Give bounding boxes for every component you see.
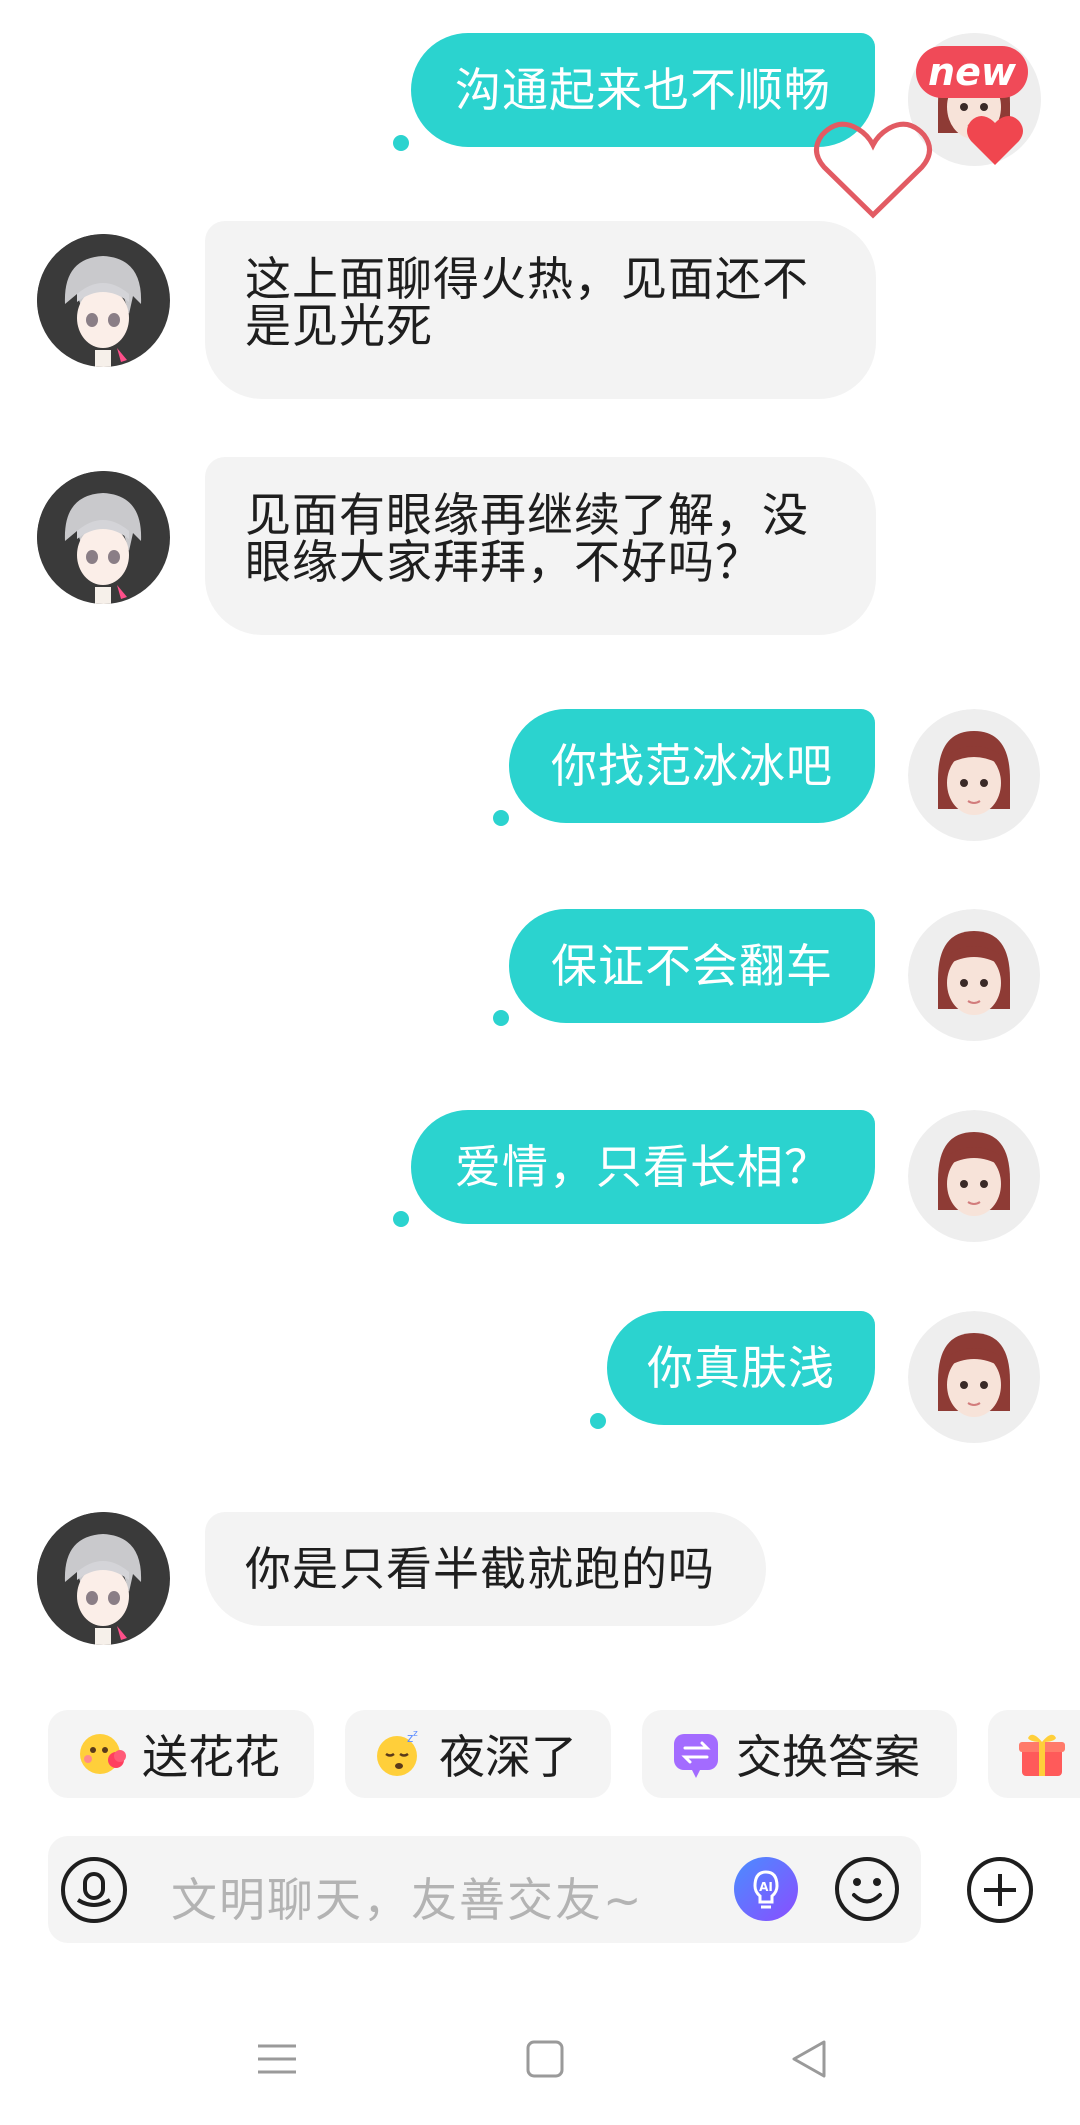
emoji-button[interactable] — [834, 1856, 900, 1922]
message-bubble-sent[interactable]: 爱情，只看长相？ — [411, 1110, 875, 1224]
new-badge: new — [916, 46, 1028, 98]
ai-lightbulb-icon: AI — [734, 1857, 798, 1921]
avatar-other[interactable] — [37, 471, 170, 604]
quick-action-exchange-answers[interactable]: 交换答案 — [642, 1710, 957, 1798]
ai-assistant-button[interactable]: AI — [733, 1856, 799, 1922]
message-bubble-received[interactable]: 这上面聊得火热，见面还不 是见光死 — [205, 221, 876, 399]
chip-label: 交换答案 — [736, 1730, 920, 1784]
message-text: 沟通起来也不顺畅 — [455, 62, 831, 117]
unread-dot — [590, 1413, 606, 1429]
message-bubble-sent[interactable]: 你找范冰冰吧 — [509, 709, 875, 823]
message-text-line: 这上面聊得火热，见面还不 — [245, 252, 809, 306]
quick-action-send-flowers[interactable]: 送花花 — [48, 1710, 314, 1798]
avatar-self[interactable] — [908, 709, 1041, 842]
heart-icon[interactable] — [810, 115, 936, 225]
microphone-icon — [61, 1857, 127, 1923]
message-text: 保证不会翻车 — [551, 938, 833, 993]
new-badge-label: new — [928, 50, 1016, 94]
chip-label: 送花花 — [142, 1730, 280, 1784]
message-text: 你找范冰冰吧 — [551, 738, 833, 793]
message-text-line: 你是只看半截就跑的吗 — [245, 1541, 715, 1596]
message-text: 爱情，只看长相？ — [455, 1139, 831, 1194]
avatar-self[interactable] — [908, 909, 1041, 1042]
svg-text:z: z — [413, 1729, 418, 1739]
avatar-self[interactable] — [908, 1110, 1041, 1243]
message-bubble-sent[interactable]: 你真肤浅 — [607, 1311, 875, 1425]
quick-action-gift[interactable] — [988, 1710, 1080, 1798]
message-bubble-sent[interactable]: 保证不会翻车 — [509, 909, 875, 1023]
unread-dot — [493, 810, 509, 826]
message-input[interactable]: 文明聊天，友善交友~ — [171, 1864, 644, 1930]
home-icon[interactable] — [524, 2038, 566, 2080]
back-icon[interactable] — [788, 2038, 830, 2080]
message-text-line: 见面有眼缘再继续了解，没 — [245, 488, 809, 542]
plus-icon — [967, 1857, 1033, 1923]
ai-label: AI — [759, 1880, 773, 1894]
unread-dot — [393, 1211, 409, 1227]
flower-emoji-icon — [76, 1728, 128, 1780]
system-navigation-bar — [0, 2010, 1080, 2125]
chip-label: 夜深了 — [439, 1730, 577, 1784]
unread-dot — [393, 135, 409, 151]
smiley-icon — [835, 1857, 899, 1921]
message-text-line: 眼缘大家拜拜，不好吗？ — [245, 535, 762, 589]
gift-icon — [1016, 1728, 1068, 1780]
sleepy-emoji-icon: z z — [373, 1728, 425, 1780]
message-bubble-sent[interactable]: 沟通起来也不顺畅 — [411, 33, 875, 147]
message-bubble-received[interactable]: 你是只看半截就跑的吗 — [205, 1512, 766, 1626]
message-text-line: 是见光死 — [245, 299, 433, 353]
exchange-icon — [670, 1728, 722, 1780]
message-bubble-received[interactable]: 见面有眼缘再继续了解，没 眼缘大家拜拜，不好吗？ — [205, 457, 876, 635]
avatar-other[interactable] — [37, 1512, 170, 1645]
voice-button[interactable] — [60, 1856, 128, 1924]
more-button[interactable] — [966, 1856, 1034, 1924]
avatar-other[interactable] — [37, 234, 170, 367]
quick-action-late-night[interactable]: z z 夜深了 — [345, 1710, 611, 1798]
message-text: 你真肤浅 — [647, 1340, 835, 1395]
heart-filled-icon — [967, 116, 1023, 165]
avatar-self[interactable] — [908, 1311, 1041, 1444]
unread-dot — [493, 1010, 509, 1026]
message-input-bar: 文明聊天，友善交友~ AI — [48, 1836, 921, 1943]
menu-icon[interactable] — [256, 2038, 298, 2080]
